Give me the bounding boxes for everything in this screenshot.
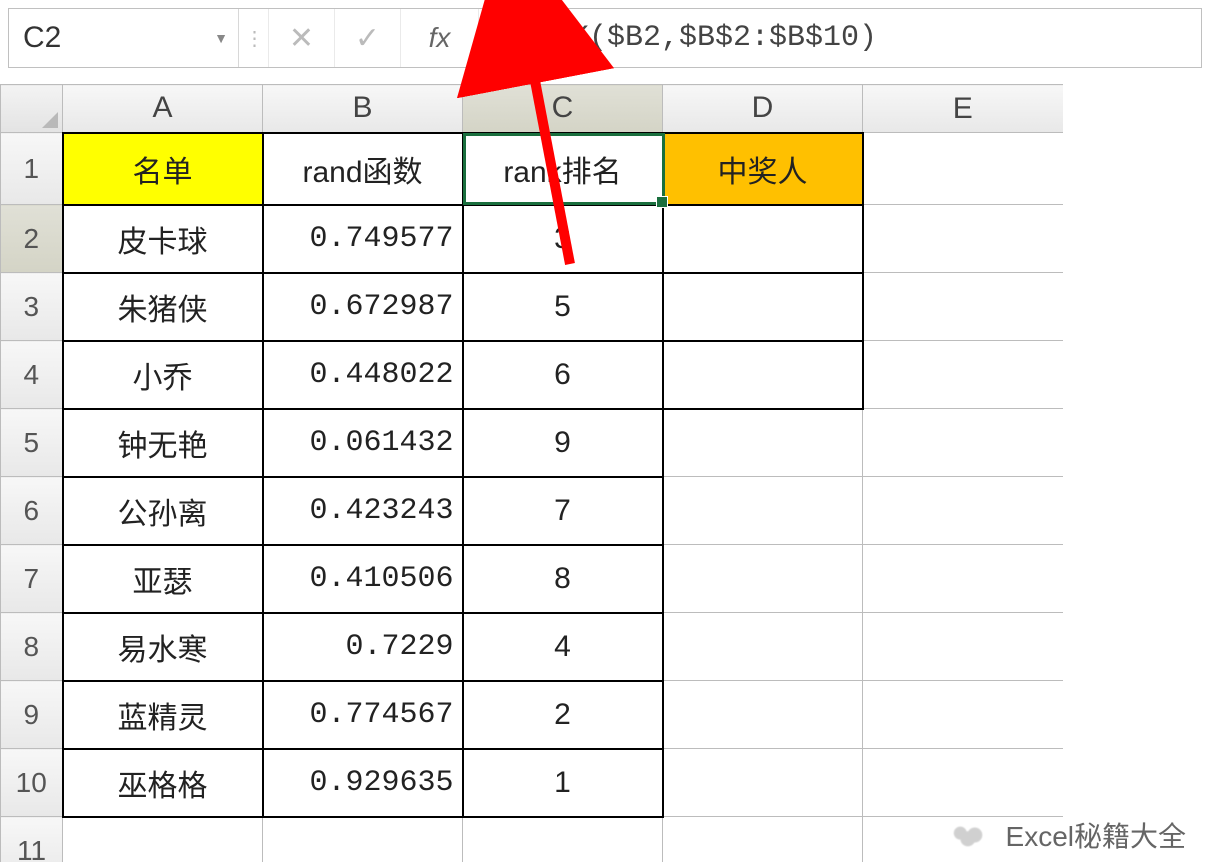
cell-E9[interactable]	[863, 681, 1063, 749]
cell-E7[interactable]	[863, 545, 1063, 613]
watermark-logo-icon	[940, 816, 998, 854]
row-head-5[interactable]: 5	[1, 409, 63, 477]
cell-A7[interactable]: 亚瑟	[63, 545, 263, 613]
col-head-C[interactable]: C	[463, 85, 663, 133]
cell-B5[interactable]: 0.061432	[263, 409, 463, 477]
formula-bar: C2 ▼ ⋮ ✕ ✓ fx =RANK($B2,$B$2:$B$10)	[8, 8, 1202, 68]
cell-A6[interactable]: 公孙离	[63, 477, 263, 545]
row-head-6[interactable]: 6	[1, 477, 63, 545]
col-head-A[interactable]: A	[63, 85, 263, 133]
cell-C11[interactable]	[463, 817, 663, 862]
row-head-7[interactable]: 7	[1, 545, 63, 613]
name-box-value: C2	[23, 21, 61, 55]
cell-B9[interactable]: 0.774567	[263, 681, 463, 749]
cell-E2[interactable]	[863, 205, 1063, 273]
row-head-3[interactable]: 3	[1, 273, 63, 341]
cell-E10[interactable]	[863, 749, 1063, 817]
cell-B2[interactable]: 0.749577	[263, 205, 463, 273]
name-box[interactable]: C2 ▼	[9, 9, 239, 67]
row-head-8[interactable]: 8	[1, 613, 63, 681]
fx-button[interactable]: fx	[401, 9, 479, 67]
cell-A8[interactable]: 易水寒	[63, 613, 263, 681]
cell-B3[interactable]: 0.672987	[263, 273, 463, 341]
cell-A2[interactable]: 皮卡球	[63, 205, 263, 273]
cell-D7[interactable]	[663, 545, 863, 613]
cell-B8[interactable]: 0.7229	[263, 613, 463, 681]
cell-D5[interactable]	[663, 409, 863, 477]
cell-D11[interactable]	[663, 817, 863, 862]
name-box-dropdown-icon[interactable]: ▼	[214, 30, 228, 46]
grid: A B C D E 1 名单 rand函数 rank排名 中奖人 2 皮卡球 0…	[0, 84, 1063, 862]
confirm-formula-button[interactable]: ✓	[335, 9, 401, 67]
cell-A10[interactable]: 巫格格	[63, 749, 263, 817]
cell-E3[interactable]	[863, 273, 1063, 341]
cell-C6[interactable]: 7	[463, 477, 663, 545]
cell-A1[interactable]: 名单	[63, 133, 263, 205]
watermark: Excel秘籍大全	[940, 815, 1186, 855]
cell-B10[interactable]: 0.929635	[263, 749, 463, 817]
cell-B4[interactable]: 0.448022	[263, 341, 463, 409]
cell-A4[interactable]: 小乔	[63, 341, 263, 409]
cell-A5[interactable]: 钟无艳	[63, 409, 263, 477]
select-all-corner[interactable]	[1, 85, 63, 133]
cell-E6[interactable]	[863, 477, 1063, 545]
cell-E1[interactable]	[863, 133, 1063, 205]
row-head-10[interactable]: 10	[1, 749, 63, 817]
cell-A11[interactable]	[63, 817, 263, 862]
cell-C7[interactable]: 8	[463, 545, 663, 613]
cell-D2[interactable]	[663, 205, 863, 273]
row-head-2[interactable]: 2	[1, 205, 63, 273]
cell-C9[interactable]: 2	[463, 681, 663, 749]
cell-D6[interactable]	[663, 477, 863, 545]
cell-B6[interactable]: 0.423243	[263, 477, 463, 545]
cell-D8[interactable]	[663, 613, 863, 681]
col-head-D[interactable]: D	[663, 85, 863, 133]
formula-input[interactable]: =RANK($B2,$B$2:$B$10)	[479, 9, 1201, 67]
row-head-1[interactable]: 1	[1, 133, 63, 205]
row-head-4[interactable]: 4	[1, 341, 63, 409]
cell-D9[interactable]	[663, 681, 863, 749]
row-head-9[interactable]: 9	[1, 681, 63, 749]
spreadsheet: A B C D E 1 名单 rand函数 rank排名 中奖人 2 皮卡球 0…	[0, 84, 1210, 862]
cell-E4[interactable]	[863, 341, 1063, 409]
cell-B1[interactable]: rand函数	[263, 133, 463, 205]
cell-C3[interactable]: 5	[463, 273, 663, 341]
cell-C4[interactable]: 6	[463, 341, 663, 409]
cell-E5[interactable]	[863, 409, 1063, 477]
cell-D1[interactable]: 中奖人	[663, 133, 863, 205]
cell-C2[interactable]: 3	[463, 205, 663, 273]
cell-D10[interactable]	[663, 749, 863, 817]
formula-bar-drag-icon[interactable]: ⋮	[239, 9, 269, 67]
cell-C8[interactable]: 4	[463, 613, 663, 681]
watermark-text: Excel秘籍大全	[1006, 815, 1186, 855]
cell-E8[interactable]	[863, 613, 1063, 681]
cell-A3[interactable]: 朱猪侠	[63, 273, 263, 341]
cell-C10[interactable]: 1	[463, 749, 663, 817]
cell-C1[interactable]: rank排名	[463, 133, 663, 205]
col-head-B[interactable]: B	[263, 85, 463, 133]
col-head-E[interactable]: E	[863, 85, 1063, 133]
cancel-formula-button[interactable]: ✕	[269, 9, 335, 67]
cell-C5[interactable]: 9	[463, 409, 663, 477]
cell-B11[interactable]	[263, 817, 463, 862]
row-head-11[interactable]: 11	[1, 817, 63, 862]
cell-A9[interactable]: 蓝精灵	[63, 681, 263, 749]
cell-D3[interactable]	[663, 273, 863, 341]
cell-B7[interactable]: 0.410506	[263, 545, 463, 613]
cell-D4[interactable]	[663, 341, 863, 409]
